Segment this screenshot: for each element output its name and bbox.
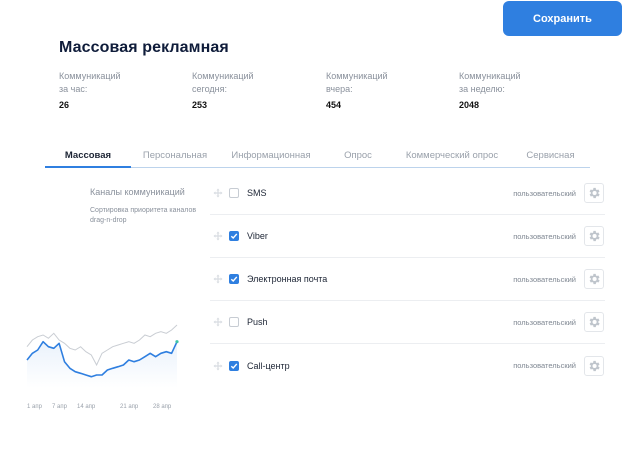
- drag-handle-icon[interactable]: [211, 229, 225, 243]
- tab-mass[interactable]: Массовая: [45, 146, 131, 168]
- tab-informational[interactable]: Информационная: [219, 146, 323, 168]
- gear-icon: [589, 187, 600, 199]
- save-button[interactable]: Сохранить: [503, 1, 622, 36]
- gear-icon: [589, 316, 600, 328]
- channel-mode: пользовательский: [513, 188, 576, 198]
- channels-hint: Сортировка приоритета каналов drag-n-dro…: [90, 207, 197, 224]
- channel-list: SMS пользовательский Viber пользовательс…: [210, 172, 605, 387]
- channel-name: Viber: [247, 231, 268, 241]
- tab-commercial-survey[interactable]: Коммерческий опрос: [393, 146, 511, 168]
- channel-row: Viber пользовательский: [210, 215, 605, 258]
- series-end-point: [175, 340, 179, 344]
- channel-row: Push пользовательский: [210, 301, 605, 344]
- drag-handle-icon[interactable]: [211, 359, 225, 373]
- stat-label: Коммуникаций сегодня:: [192, 71, 254, 94]
- x-tick-label: 21 апр: [120, 404, 139, 410]
- stat-label: Коммуникаций вчера:: [326, 71, 388, 94]
- type-tabs: Массовая Персональная Информационная Опр…: [45, 146, 590, 168]
- channel-row: Call-центр пользовательский: [210, 344, 605, 387]
- channel-row: SMS пользовательский: [210, 172, 605, 215]
- stat-label: Коммуникаций за час:: [59, 71, 121, 94]
- channel-checkbox[interactable]: [229, 317, 239, 327]
- stat-value: 454: [326, 100, 342, 110]
- channel-checkbox[interactable]: [229, 274, 239, 284]
- channel-settings-button[interactable]: [584, 183, 604, 203]
- x-tick-label: 14 апр: [77, 404, 96, 410]
- drag-handle-icon[interactable]: [211, 186, 225, 200]
- channels-title: Каналы коммуникаций: [90, 187, 185, 197]
- channel-settings-button[interactable]: [584, 269, 604, 289]
- channel-mode: пользовательский: [513, 317, 576, 327]
- channel-name: Push: [247, 317, 268, 327]
- x-tick-label: 28 апр: [153, 404, 172, 410]
- tab-survey[interactable]: Опрос: [323, 146, 393, 168]
- channel-checkbox[interactable]: [229, 231, 239, 241]
- gear-icon: [589, 360, 600, 371]
- stat-value: 253: [192, 100, 208, 110]
- channel-mode: пользовательский: [513, 361, 576, 370]
- mini-line-chart: 1 апр 7 апр 14 апр 21 апр 28 апр: [26, 324, 179, 410]
- stat-label: Коммуникаций за неделю:: [459, 71, 521, 94]
- channel-name: Call-центр: [247, 360, 290, 371]
- x-tick-label: 1 апр: [27, 404, 43, 410]
- drag-handle-icon[interactable]: [211, 315, 225, 329]
- channel-row: Электронная почта пользовательский: [210, 258, 605, 301]
- gear-icon: [589, 273, 600, 285]
- channel-settings-button[interactable]: [584, 312, 604, 332]
- channel-settings-button[interactable]: [584, 226, 604, 246]
- channel-mode: пользовательский: [513, 274, 576, 284]
- channel-name: Электронная почта: [247, 274, 328, 284]
- stat-per-hour: Коммуникаций за час: 26: [59, 70, 179, 110]
- channel-name: SMS: [247, 188, 267, 198]
- channel-mode: пользовательский: [513, 231, 576, 241]
- stat-value: 2048: [459, 100, 480, 110]
- channel-settings-button[interactable]: [584, 355, 604, 376]
- x-tick-label: 7 апр: [52, 404, 68, 410]
- tab-personal[interactable]: Персональная: [131, 146, 219, 168]
- tab-service[interactable]: Сервисная: [511, 146, 590, 168]
- page-title: Массовая рекламная: [59, 39, 229, 56]
- primary-series-area: [27, 341, 177, 388]
- stat-value: 26: [59, 100, 70, 110]
- drag-handle-icon[interactable]: [211, 272, 225, 286]
- stat-today: Коммуникаций сегодня: 253: [192, 70, 312, 110]
- gear-icon: [589, 230, 600, 242]
- channel-checkbox[interactable]: [229, 360, 239, 371]
- stat-yesterday: Коммуникаций вчера: 454: [326, 70, 446, 110]
- stat-week: Коммуникаций за неделю: 2048: [459, 70, 579, 110]
- channel-checkbox[interactable]: [229, 188, 239, 198]
